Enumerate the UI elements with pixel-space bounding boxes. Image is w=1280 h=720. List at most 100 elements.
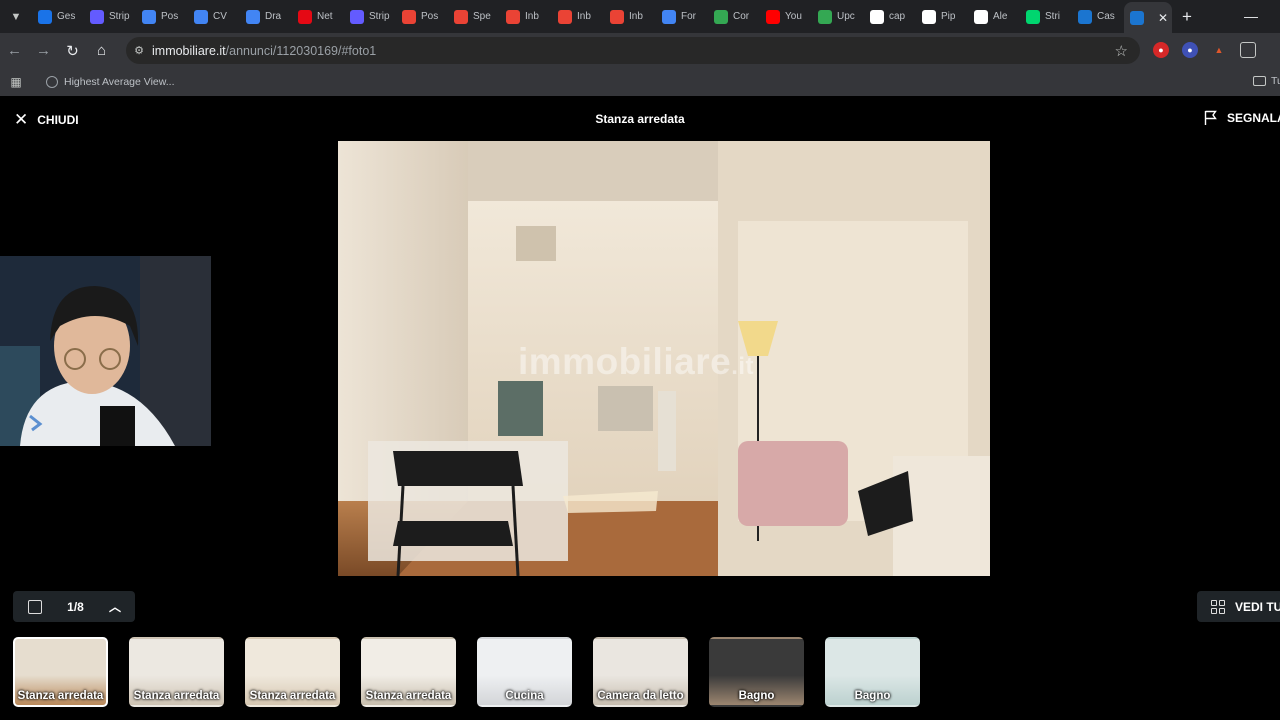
browser-tab-label: Inb — [525, 11, 539, 22]
browser-tab-label: Pos — [161, 11, 179, 22]
browser-tab-label: Ges — [57, 11, 76, 22]
extension-fox-icon[interactable]: ▲ — [1211, 42, 1227, 58]
browser-tab-label: Cas — [1097, 11, 1115, 22]
browser-tab-label: You — [785, 11, 802, 22]
browser-tab-label: Inb — [577, 11, 591, 22]
google-icon — [662, 9, 676, 24]
bookmark-label: Highest Average View... — [64, 76, 175, 88]
browser-tab-label: Ale — [993, 11, 1008, 22]
extension-red-icon[interactable]: ● — [1153, 42, 1169, 58]
back-button[interactable]: ← — [0, 42, 29, 59]
bookmark-item[interactable]: Highest Average View... — [46, 76, 175, 88]
browser-tab[interactable]: cap — [864, 4, 916, 30]
main-photo[interactable]: immobiliare.it — [338, 141, 990, 576]
thumbnail[interactable]: Stanza arredata — [361, 637, 456, 707]
photo-title: Stanza arredata — [595, 112, 685, 126]
tab-search-chevron-icon[interactable]: ▼ — [0, 0, 32, 33]
browser-tab[interactable]: CV — [188, 4, 240, 30]
browser-tab[interactable]: Inb — [552, 4, 604, 30]
watermark-text: immobiliare — [518, 341, 732, 382]
gmail-icon — [558, 9, 572, 24]
pipedrive-icon — [922, 9, 936, 24]
thumbnail[interactable]: Cucina — [477, 637, 572, 707]
browser-tab[interactable]: Cor — [708, 4, 760, 30]
thumbnail[interactable]: Bagno — [825, 637, 920, 707]
browser-tab[interactable]: For — [656, 4, 708, 30]
reload-button[interactable]: ↻ — [58, 42, 87, 60]
thumbnail-label: Stanza arredata — [17, 690, 104, 702]
report-button[interactable]: SEGNALA — [1204, 110, 1280, 126]
minimize-window-button[interactable]: — — [1244, 8, 1258, 24]
extension-blue-icon[interactable]: ● — [1182, 42, 1198, 58]
browser-tab[interactable]: Cas — [1072, 4, 1124, 30]
thumbnail[interactable]: Stanza arredata — [245, 637, 340, 707]
bookmark-folder-label: Tu — [1271, 75, 1280, 87]
stripe-icon — [350, 9, 364, 24]
close-tab-icon[interactable]: ✕ — [1158, 11, 1168, 25]
thumbnail[interactable]: Bagno — [709, 637, 804, 707]
browser-tab-label: Upc — [837, 11, 855, 22]
thumbnail[interactable]: Stanza arredata — [129, 637, 224, 707]
browser-tab-label: Pip — [941, 11, 956, 22]
extensions-puzzle-icon[interactable] — [1240, 42, 1256, 58]
omnibox[interactable]: ⚙ immobiliare.it/annunci/112030169/#foto… — [126, 37, 1140, 64]
photo-counter-toggle[interactable]: 1/8 ︿ — [13, 591, 135, 622]
browser-tab-label: Strip — [109, 11, 130, 22]
browser-tab[interactable]: Ale — [968, 4, 1020, 30]
address-bar-row: ← → ↻ ⌂ ⚙ immobiliare.it/annunci/1120301… — [0, 33, 1280, 68]
home-button[interactable]: ⌂ — [87, 42, 116, 59]
url-path: /annunci/112030169/#foto1 — [225, 43, 377, 58]
browser-tab[interactable]: Net — [292, 4, 344, 30]
bookmark-star-icon[interactable]: ☆ — [1115, 42, 1128, 60]
bookmark-folder[interactable]: Tu — [1253, 75, 1280, 87]
browser-tab-label: cap — [889, 11, 906, 22]
browser-tab[interactable]: Pos — [136, 4, 188, 30]
new-tab-button[interactable]: + — [1172, 7, 1202, 27]
photo-counter: 1/8 — [67, 599, 84, 614]
folder-icon — [1253, 76, 1266, 86]
netflix-icon — [298, 9, 312, 24]
thumbnail-label: Stanza arredata — [249, 690, 336, 702]
sheets-plus-icon — [818, 9, 832, 24]
docs-icon — [194, 9, 208, 24]
browser-tab[interactable]: ✕ — [1124, 2, 1172, 33]
forward-button[interactable]: → — [29, 42, 58, 59]
url-host: immobiliare.it — [152, 43, 226, 58]
thumbnail[interactable]: Camera da letto — [593, 637, 688, 707]
browser-tab[interactable]: Upc — [812, 4, 864, 30]
stripe-icon — [90, 9, 104, 24]
browser-tab[interactable]: Strip — [344, 4, 396, 30]
browser-tab[interactable]: Inb — [500, 4, 552, 30]
apps-grid-icon[interactable]: ▦ — [0, 75, 32, 89]
thumbnail[interactable]: Stanza arredata — [13, 637, 108, 707]
browser-tab[interactable]: Strip — [84, 4, 136, 30]
photo-gallery-overlay: ✕ CHIUDI Stanza arredata SEGNALA immobil… — [0, 96, 1280, 720]
capcut-icon — [870, 9, 884, 24]
webcam-video-image — [0, 256, 211, 446]
see-all-label: VEDI TU — [1235, 599, 1280, 614]
gmail-icon — [402, 9, 416, 24]
browser-tab[interactable]: You — [760, 4, 812, 30]
docs-icon — [246, 9, 260, 24]
browser-tab-label: Spe — [473, 11, 491, 22]
browser-tab[interactable]: Pos — [396, 4, 448, 30]
immobiliare-watermark: immobiliare.it — [518, 341, 754, 383]
grid-icon — [1211, 599, 1225, 614]
google-icon — [714, 9, 728, 24]
site-settings-icon[interactable]: ⚙ — [126, 44, 152, 57]
see-all-button[interactable]: VEDI TU — [1197, 591, 1280, 622]
browser-tab[interactable]: Ges — [32, 4, 84, 30]
webcam-overlay — [0, 256, 211, 446]
browser-tab-label: Cor — [733, 11, 750, 22]
browser-tab[interactable]: Stri — [1020, 4, 1072, 30]
browser-tab-label: Strip — [369, 11, 390, 22]
browser-tab-label: Dra — [265, 11, 282, 22]
url-text[interactable]: immobiliare.it/annunci/112030169/#foto1 — [152, 44, 376, 58]
browser-tab[interactable]: Dra — [240, 4, 292, 30]
extensions: ● ● ▲ — [1153, 42, 1256, 58]
browser-tab[interactable]: Spe — [448, 4, 500, 30]
browser-tab[interactable]: Inb — [604, 4, 656, 30]
browser-tab[interactable]: Pip — [916, 4, 968, 30]
watermark-suffix: .it — [731, 353, 755, 380]
thumbnail-label: Cucina — [505, 690, 544, 702]
